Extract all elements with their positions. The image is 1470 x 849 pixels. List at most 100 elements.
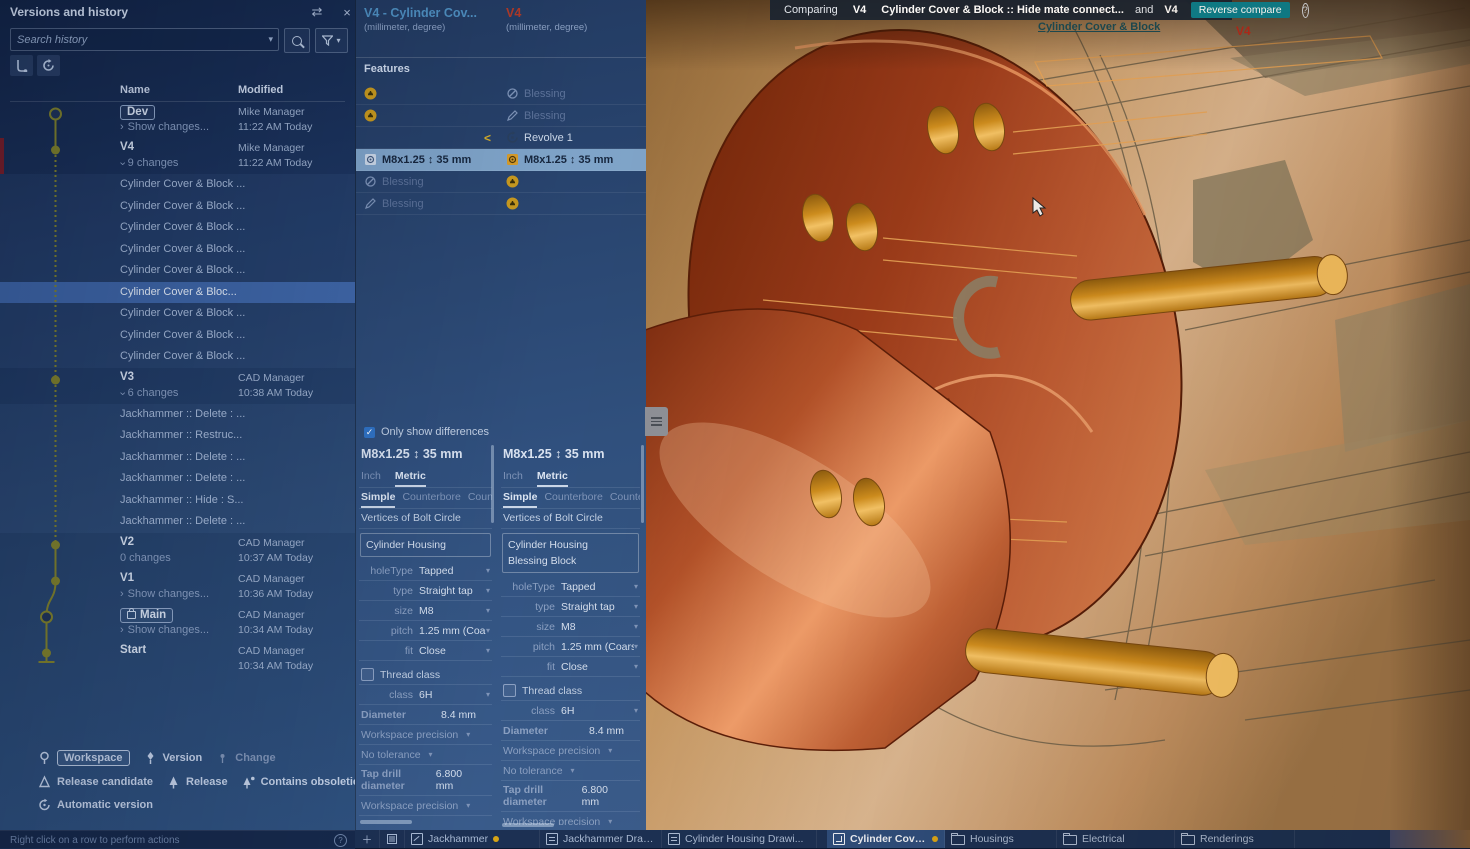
dropdown-caret-icon[interactable]: ▾ [634, 706, 638, 715]
change-row[interactable]: Cylinder Cover & Block ... [0, 260, 355, 282]
change-row[interactable]: Cylinder Cover & Block ... [0, 217, 355, 239]
dropdown-caret-icon[interactable]: ▾ [634, 602, 638, 611]
feature-compare-row[interactable]: Blessing [356, 83, 646, 105]
tab-countersink[interactable]: Countersink [610, 491, 640, 508]
version-row-start[interactable]: StartCAD Manager10:34 AM Today [0, 641, 355, 677]
feature-cell-right[interactable]: M8x1.25 ↕ 35 mm [506, 149, 644, 170]
dropdown-caret-icon[interactable]: ▾ [429, 750, 433, 759]
field-pitch[interactable]: pitch1.25 mm (Coarse)▾ [359, 621, 492, 641]
field-type[interactable]: typeStraight tap▾ [501, 597, 640, 617]
feature-cell-left[interactable]: M8x1.25 ↕ 35 mm [364, 149, 484, 170]
feature-cell-left[interactable]: Blessing [364, 171, 484, 192]
tab-jackhammer[interactable]: Jackhammer [405, 830, 540, 848]
dropdown-caret-icon[interactable]: ▾ [466, 730, 470, 739]
tab-housings[interactable]: Housings [945, 830, 1057, 848]
field-fit[interactable]: fitClose▾ [501, 657, 640, 677]
left-detail-scrollbar[interactable] [491, 445, 494, 523]
dropdown-caret-icon[interactable]: ▾ [571, 766, 575, 775]
dropdown-caret-icon[interactable]: ▾ [486, 586, 490, 595]
tab-cylinder-cover-block[interactable]: Cylinder Cover & Block [827, 830, 945, 848]
scope-selection-box[interactable]: Cylinder HousingBlessing Block [502, 533, 639, 573]
field-size[interactable]: sizeM8▾ [359, 601, 492, 621]
feature-cell-right[interactable]: Blessing [506, 83, 644, 104]
dropdown-caret-icon[interactable]: ▾ [486, 646, 490, 655]
dropdown-caret-icon[interactable]: ▾ [634, 642, 638, 651]
field-class[interactable]: class6H▾ [359, 685, 492, 705]
graph-view-toggle[interactable] [10, 55, 33, 76]
dropdown-caret-icon[interactable]: ▾ [608, 817, 612, 825]
left-detail-hscrollbar[interactable] [360, 820, 412, 824]
change-row[interactable]: Jackhammer :: Delete : ... [0, 511, 355, 533]
select-workspace-precision[interactable]: Workspace precision▾ [501, 741, 640, 761]
add-tab-button[interactable]: ＋ [355, 830, 380, 848]
legend-item-change[interactable]: Change [216, 751, 275, 765]
change-row[interactable]: Cylinder Cover & Bloc... [0, 282, 355, 304]
restore-history-toggle[interactable] [37, 55, 60, 76]
feature-compare-row[interactable]: Blessing [356, 171, 646, 193]
viewport-part-label[interactable]: Cylinder Cover & Block [1038, 21, 1160, 33]
feature-compare-row[interactable]: M8x1.25 ↕ 35 mm M8x1.25 ↕ 35 mm [356, 149, 646, 171]
version-row-v2[interactable]: V20 changesCAD Manager10:37 AM Today [0, 533, 355, 569]
change-row[interactable]: Jackhammer :: Delete : ... [0, 447, 355, 469]
version-sub-label[interactable]: ›Show changes... [120, 624, 209, 636]
dropdown-caret-icon[interactable]: ▾ [486, 690, 490, 699]
tab-inch[interactable]: Inch [503, 470, 523, 487]
right-detail-hscrollbar[interactable] [502, 823, 554, 827]
dropdown-caret-icon[interactable]: ▾ [466, 801, 470, 810]
tab-simple[interactable]: Simple [361, 491, 395, 508]
feature-cell-right[interactable]: Revolve 1 [506, 127, 644, 148]
legend-item-contains-obsoletion[interactable]: Contains obsoletion [242, 775, 367, 789]
field-type[interactable]: typeStraight tap▾ [359, 581, 492, 601]
version-sub-label[interactable]: ›Show changes... [120, 588, 209, 600]
change-row[interactable]: Jackhammer :: Delete : ... [0, 468, 355, 490]
legend-item-release[interactable]: Release [167, 775, 228, 789]
version-row-dev[interactable]: Dev›Show changes...Mike Manager11:22 AM … [0, 102, 355, 138]
version-row-v1[interactable]: V1›Show changes...CAD Manager10:36 AM To… [0, 569, 355, 605]
dropdown-caret-icon[interactable]: ▾ [486, 626, 490, 635]
filter-icon[interactable]: ▾ [315, 28, 348, 53]
change-row[interactable]: Cylinder Cover & Block ... [0, 174, 355, 196]
change-row[interactable]: Cylinder Cover & Block ... [0, 196, 355, 218]
feature-compare-row[interactable]: Blessing [356, 193, 646, 215]
tab-counterbore[interactable]: Counterbore [402, 491, 460, 508]
3d-viewport-canvas[interactable] [645, 0, 1470, 830]
tab-jackhammer-drawing-1[interactable]: Jackhammer Drawing 1 [540, 830, 662, 848]
change-row[interactable]: Jackhammer :: Hide : S... [0, 490, 355, 512]
tab-inch[interactable]: Inch [361, 470, 381, 487]
panel-collapse-handle[interactable] [645, 407, 668, 436]
dropdown-caret-icon[interactable]: ▾ [608, 746, 612, 755]
legend-item-automatic-version[interactable]: Automatic version [38, 798, 153, 812]
scope-item[interactable]: Cylinder Housing [508, 537, 633, 553]
right-detail-scrollbar[interactable] [641, 445, 644, 523]
field-pitch[interactable]: pitch1.25 mm (Coarse)▾ [501, 637, 640, 657]
field-size[interactable]: sizeM8▾ [501, 617, 640, 637]
change-row[interactable]: Cylinder Cover & Block ... [0, 239, 355, 261]
field-fit[interactable]: fitClose▾ [359, 641, 492, 661]
left-version-title[interactable]: V4 - Cylinder Cov... [364, 6, 499, 20]
feature-cell-right[interactable]: Blessing [506, 105, 644, 126]
search-input[interactable]: Search history ▾ [10, 28, 279, 51]
feature-cell-right[interactable] [506, 193, 644, 214]
feature-cell-left[interactable] [364, 83, 484, 104]
tab-metric[interactable]: Metric [537, 470, 568, 487]
checkbox-unchecked-icon[interactable] [361, 668, 374, 681]
field-holetype[interactable]: holeTypeTapped▾ [501, 577, 640, 597]
scope-item[interactable]: Blessing Block [508, 553, 633, 569]
scope-selection-box[interactable]: Cylinder Housing [360, 533, 491, 557]
version-row-v3[interactable]: V3›6 changesCAD Manager10:38 AM Today [0, 368, 355, 404]
select-workspace-precision[interactable]: Workspace precision▾ [359, 725, 492, 745]
close-icon[interactable]: × [338, 3, 356, 21]
version-sub-label[interactable]: ›9 changes [120, 157, 178, 169]
select-workspace-precision[interactable]: Workspace precision▾ [359, 796, 492, 816]
version-row-v4[interactable]: V4›9 changesMike Manager11:22 AM Today [0, 138, 355, 174]
tab-metric[interactable]: Metric [395, 470, 426, 487]
only-show-differences-row[interactable]: ✓ Only show differences [364, 426, 489, 438]
checkbox-checked-icon[interactable]: ✓ [364, 427, 375, 438]
legend-item-version[interactable]: Version [144, 751, 203, 765]
dropdown-caret-icon[interactable]: ▾ [486, 606, 490, 615]
dropdown-caret-icon[interactable]: ▾ [634, 662, 638, 671]
legend-item-workspace[interactable]: Workspace [38, 750, 130, 766]
feature-compare-row[interactable]: <Revolve 1 [356, 127, 646, 149]
dropdown-caret-icon[interactable]: ▾ [486, 566, 490, 575]
thread-class-checkbox-row[interactable]: Thread class [359, 665, 492, 685]
